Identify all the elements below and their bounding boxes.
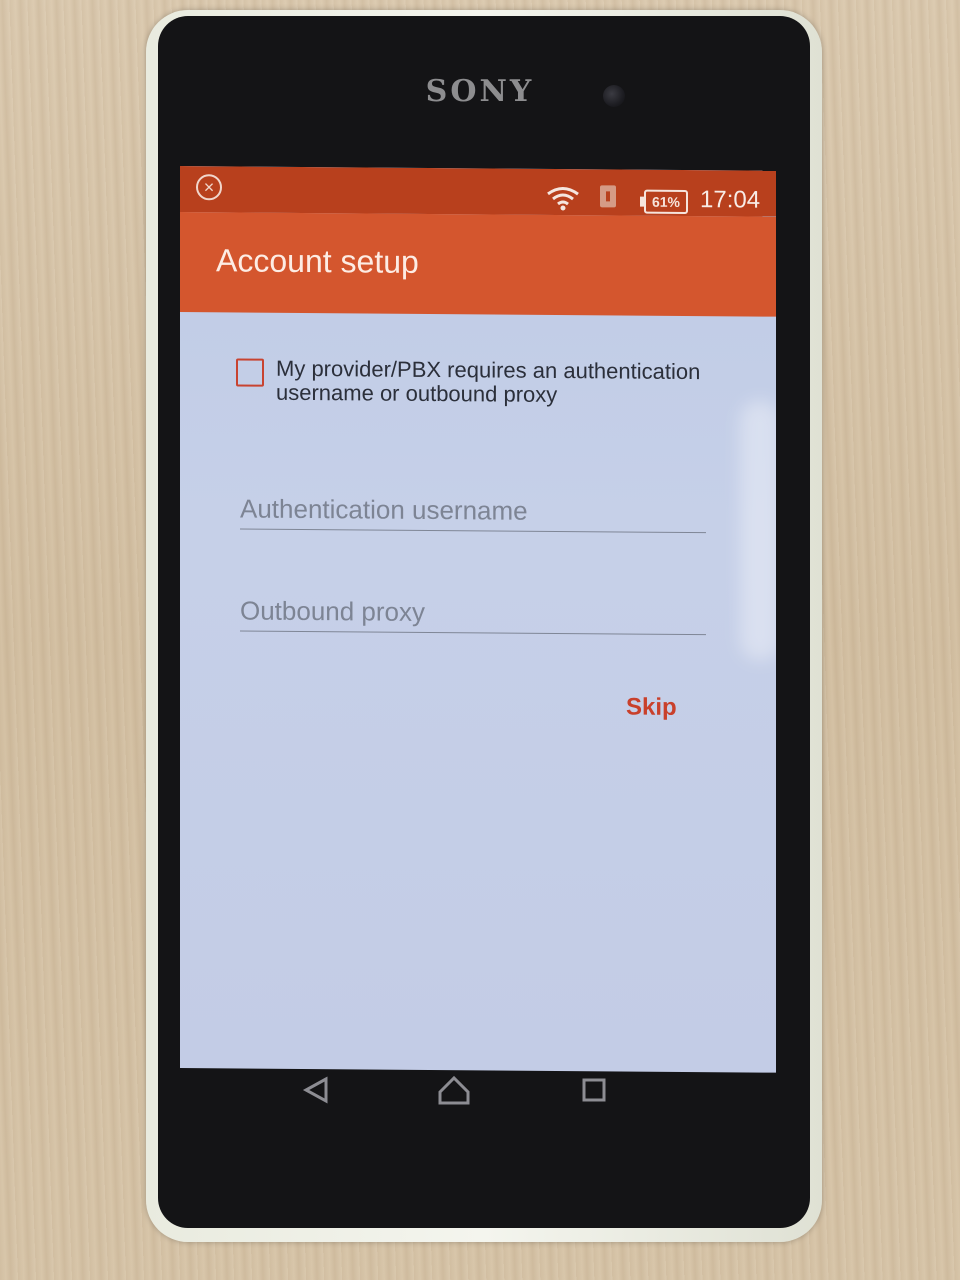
brand-logo: SONY [425, 74, 535, 109]
content-area [180, 312, 776, 1073]
battery-indicator: 61% [644, 189, 688, 214]
page-title: Account setup [216, 242, 419, 280]
back-triangle-icon[interactable] [298, 1070, 338, 1110]
auth-required-checkbox[interactable] [236, 358, 264, 387]
wifi-icon [547, 187, 579, 211]
close-circle-icon[interactable]: × [196, 174, 222, 201]
skip-button[interactable]: Skip [626, 694, 677, 722]
authentication-username-field[interactable] [240, 488, 706, 534]
navigation-bar [286, 1070, 626, 1110]
screen: × 61% 17:04 Account setup My provider/PB… [180, 166, 776, 1073]
home-icon[interactable] [434, 1070, 474, 1110]
front-camera [603, 85, 625, 107]
outbound-proxy-field[interactable] [240, 590, 706, 636]
recents-square-icon[interactable] [574, 1070, 614, 1110]
auth-required-label[interactable]: My provider/PBX requires an authenticati… [276, 356, 726, 409]
status-time: 17:04 [700, 186, 761, 214]
status-bar: × 61% 17:04 [180, 166, 776, 217]
sim-card-alert-icon [600, 185, 616, 208]
screen-glare [740, 400, 776, 661]
